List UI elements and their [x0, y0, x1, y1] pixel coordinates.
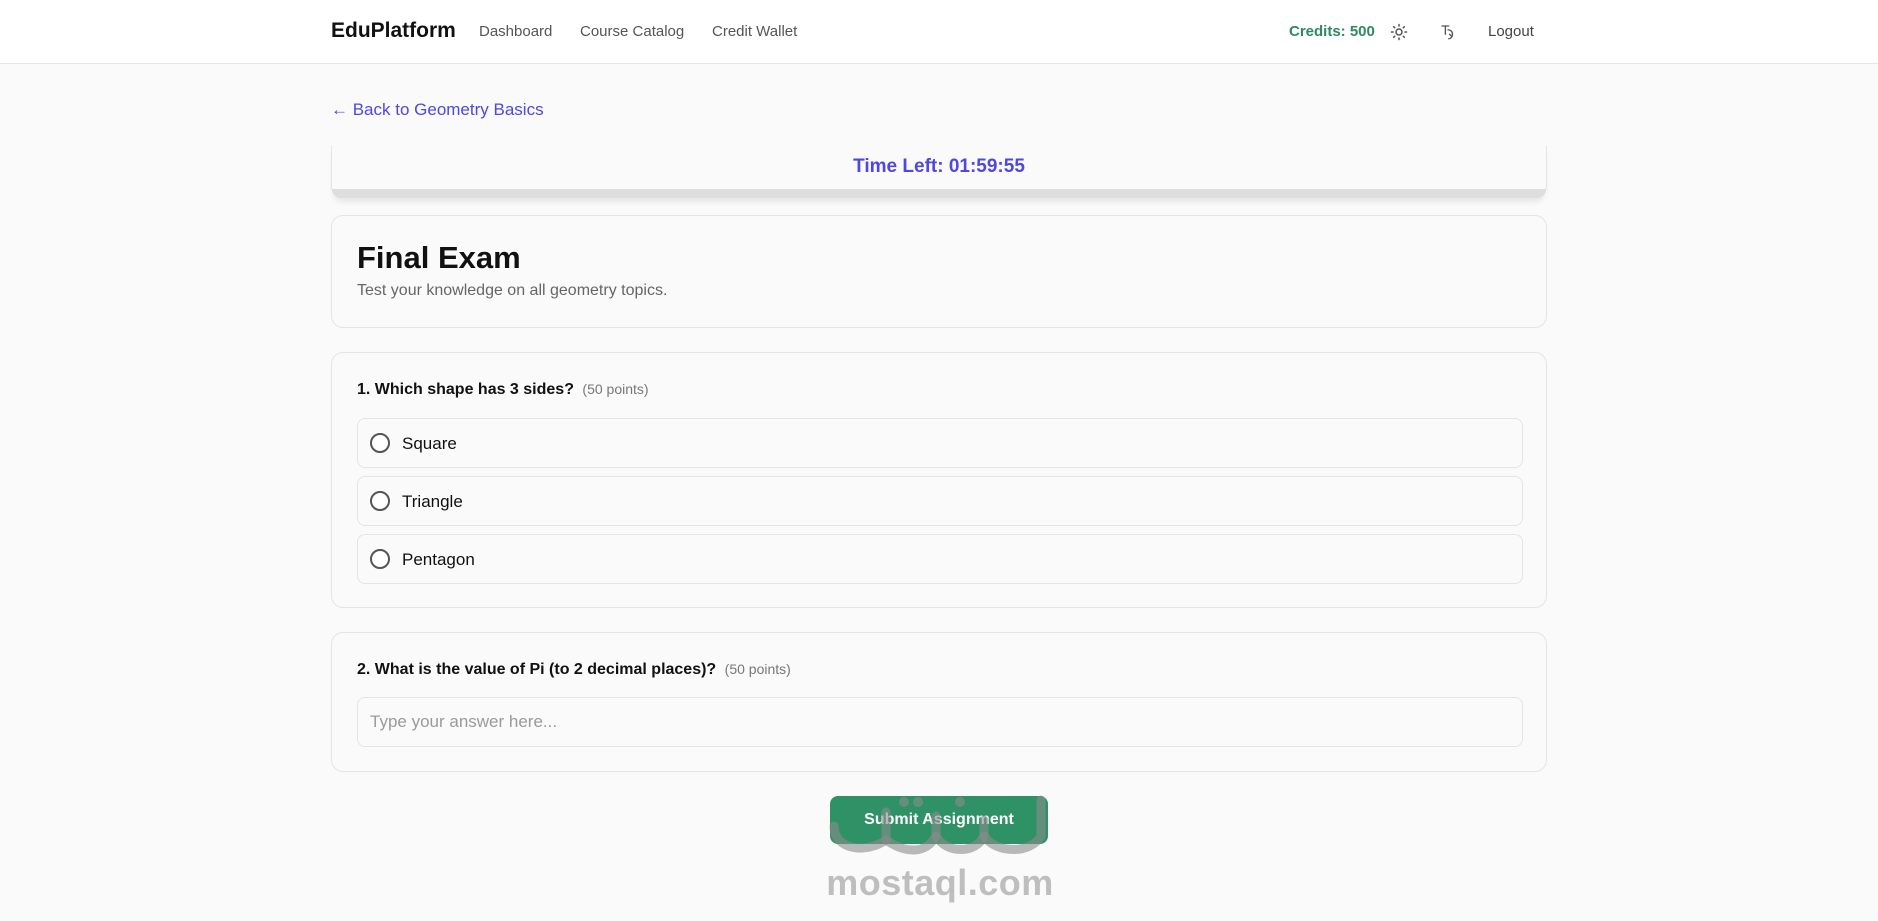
nav-dashboard[interactable]: Dashboard [479, 23, 552, 40]
timer-bar: Time Left: 01:59:55 [331, 146, 1547, 198]
question-title: 1. Which shape has 3 sides? (50 points) [357, 381, 649, 399]
option-pentagon[interactable]: Pentagon [357, 534, 1523, 584]
exam-description: Test your knowledge on all geometry topi… [357, 282, 668, 299]
radio-button[interactable] [370, 491, 390, 511]
logout-button[interactable]: Logout [1488, 23, 1534, 40]
question-points: (50 points) [724, 661, 791, 677]
radio-button[interactable] [370, 433, 390, 453]
question-card-2: 2. What is the value of Pi (to 2 decimal… [331, 632, 1547, 772]
top-navigation-bar: EduPlatform Dashboard Course Catalog Cre… [0, 0, 1878, 64]
back-link[interactable]: ← Back to Geometry Basics [331, 100, 544, 120]
time-left: Time Left: 01:59:55 [853, 156, 1025, 177]
option-label: Triangle [402, 492, 463, 511]
question-card-1: 1. Which shape has 3 sides? (50 points) … [331, 352, 1547, 608]
option-label: Square [402, 434, 457, 453]
answer-input[interactable] [357, 697, 1523, 747]
option-triangle[interactable]: Triangle [357, 476, 1523, 526]
radio-button[interactable] [370, 549, 390, 569]
submit-assignment-button[interactable]: Submit Assignment [830, 796, 1048, 844]
option-label: Pentagon [402, 550, 475, 569]
credits-balance: Credits: 500 [1289, 23, 1375, 40]
brand-logo[interactable]: EduPlatform [331, 19, 456, 43]
translate-icon[interactable] [1436, 20, 1460, 44]
question-title: 2. What is the value of Pi (to 2 decimal… [357, 661, 791, 679]
watermark-text: mostaql.com [826, 862, 1054, 903]
option-square[interactable]: Square [357, 418, 1523, 468]
nav-course-catalog[interactable]: Course Catalog [580, 23, 684, 40]
question-text: 2. What is the value of Pi (to 2 decimal… [357, 661, 717, 678]
question-points: (50 points) [582, 381, 649, 397]
question-text: 1. Which shape has 3 sides? [357, 381, 574, 398]
nav-credit-wallet[interactable]: Credit Wallet [712, 23, 797, 40]
page-title: Final Exam [357, 240, 521, 275]
sun-icon[interactable] [1387, 20, 1411, 44]
exam-header-card: Final Exam Test your knowledge on all ge… [331, 215, 1547, 328]
